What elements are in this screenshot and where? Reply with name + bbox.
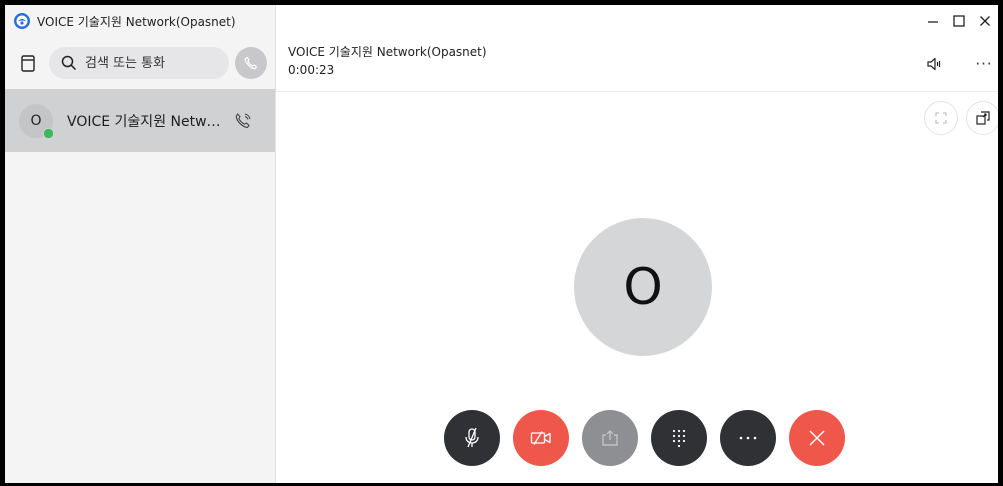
maximize-icon (953, 15, 965, 27)
active-call-icon (235, 112, 251, 128)
app-logo-icon (14, 13, 30, 29)
title-bar: VOICE 기술지원 Network(Opasnet) (5, 5, 275, 37)
search-input[interactable] (83, 54, 227, 72)
pop-out-icon (976, 111, 990, 125)
mute-button[interactable] (444, 410, 500, 466)
hang-up-icon (809, 430, 825, 446)
fullscreen-button[interactable] (924, 101, 958, 135)
call-header: VOICE 기술지원 Network(Opasnet) 0:00:23 ··· (276, 5, 998, 92)
conversation-label: VOICE 기술지원 Network(Opasnet) (67, 113, 227, 130)
conversation-item[interactable]: O VOICE 기술지원 Network(Opasnet) (5, 89, 275, 152)
hang-up-button[interactable] (789, 410, 845, 466)
close-icon (980, 16, 990, 26)
search-box[interactable] (49, 47, 229, 79)
speaker-button[interactable] (924, 53, 946, 75)
more-icon (739, 436, 757, 440)
pop-out-button[interactable] (966, 101, 998, 135)
minimize-icon (928, 21, 938, 23)
contacts-button[interactable] (17, 52, 39, 74)
call-title: VOICE 기술지원 Network(Opasnet) (288, 45, 487, 59)
caller-initial: O (623, 258, 663, 316)
contacts-book-icon (21, 54, 35, 72)
caller-avatar: O (574, 218, 712, 356)
share-screen-icon (602, 430, 618, 446)
maximize-button[interactable] (946, 11, 972, 31)
keypad-button[interactable] (651, 410, 707, 466)
share-screen-button[interactable] (582, 410, 638, 466)
call-timer: 0:00:23 (288, 63, 335, 77)
fullscreen-icon (935, 112, 947, 124)
call-controls (444, 410, 845, 466)
search-icon (61, 55, 77, 71)
window-controls (920, 11, 998, 31)
close-button[interactable] (972, 11, 998, 31)
presence-online-indicator (43, 127, 54, 139)
video-off-icon (530, 431, 551, 445)
microphone-slash-icon (465, 427, 479, 448)
minimize-button[interactable] (920, 11, 946, 31)
more-options-button[interactable]: ··· (973, 53, 995, 75)
keypad-icon (672, 429, 686, 448)
sidebar: VOICE 기술지원 Network(Opasnet) 검색 또는 통화 O V… (5, 5, 276, 483)
window-title: VOICE 기술지원 Network(Opasnet) (37, 14, 236, 29)
video-toggle-button[interactable] (513, 410, 569, 466)
app-window: VOICE 기술지원 Network(Opasnet) 검색 또는 통화 O V… (5, 5, 998, 483)
more-icon: ··· (975, 55, 993, 73)
start-call-button[interactable] (235, 47, 267, 79)
phone-icon (244, 56, 258, 70)
search-row (5, 43, 275, 83)
conversation-avatar: O (19, 103, 54, 139)
more-controls-button[interactable] (720, 410, 776, 466)
avatar-initial: O (30, 112, 42, 129)
speaker-icon (927, 57, 941, 71)
call-area: VOICE 기술지원 Network(Opasnet) 0:00:23 ··· … (276, 5, 998, 483)
